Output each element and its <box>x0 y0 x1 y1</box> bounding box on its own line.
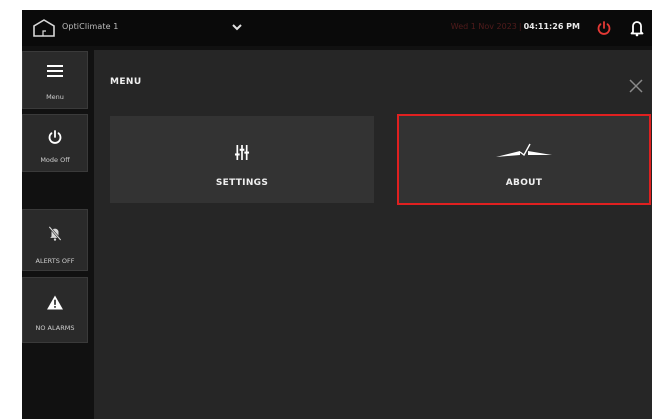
settings-label: SETTINGS <box>215 178 269 188</box>
menu-button[interactable]: Menu <box>22 51 88 109</box>
mode-button[interactable]: Mode Off <box>22 114 88 172</box>
top-bar: OptiClimate 1 Wed 1 Nov 2023 | 04:11:26 PM <box>22 10 652 46</box>
menu-title: MENU <box>110 77 142 87</box>
settings-tile[interactable]: SETTINGS <box>110 116 374 203</box>
logo-icon <box>496 143 552 157</box>
device-screen: OptiClimate 1 Wed 1 Nov 2023 | 04:11:26 PM… <box>22 10 652 419</box>
close-icon[interactable] <box>628 78 644 94</box>
power-icon <box>48 130 62 144</box>
about-label: ABOUT <box>505 178 543 188</box>
date-text: Wed 1 Nov 2023 <box>450 22 517 31</box>
power-icon[interactable] <box>596 20 612 36</box>
alerts-button[interactable]: ALERTS OFF <box>22 209 88 271</box>
device-name: OptiClimate 1 <box>62 22 119 31</box>
sliders-icon <box>234 145 250 160</box>
home-icon[interactable] <box>32 18 56 38</box>
menu-panel: MENU SETTINGS ABOUT <box>94 50 652 419</box>
mode-button-label: Mode Off <box>40 156 70 164</box>
chevron-down-icon[interactable] <box>231 22 243 32</box>
datetime: Wed 1 Nov 2023 | 04:11:26 PM <box>450 22 580 31</box>
warning-icon <box>47 295 63 310</box>
about-tile[interactable]: ABOUT <box>397 114 651 205</box>
hamburger-icon <box>47 65 63 77</box>
alerts-button-label: ALERTS OFF <box>35 257 75 265</box>
mute-bell-icon <box>48 226 62 241</box>
alarms-button[interactable]: NO ALARMS <box>22 277 88 343</box>
time-text: 04:11:26 PM <box>523 22 580 31</box>
menu-button-label: Menu <box>46 93 64 101</box>
bell-icon[interactable] <box>630 19 644 37</box>
alarms-button-label: NO ALARMS <box>35 324 75 332</box>
